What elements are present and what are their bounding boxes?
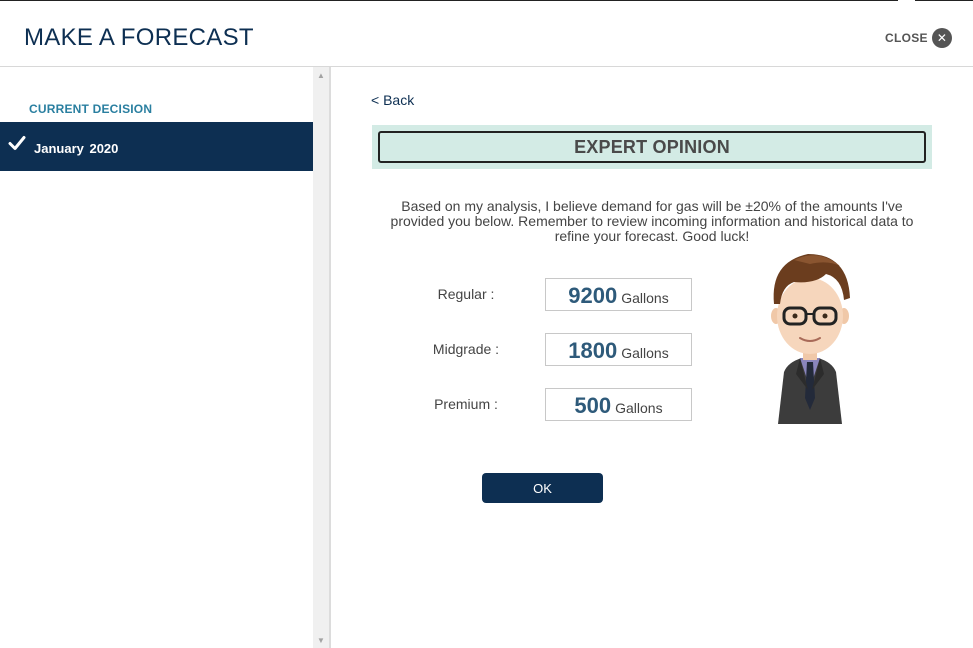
modal-header: MAKE A FORECAST CLOSE ✕	[0, 1, 973, 67]
current-decision-heading: CURRENT DECISION	[29, 102, 153, 116]
regular-label: Regular :	[437, 286, 495, 302]
banner-title: EXPERT OPINION	[574, 136, 730, 157]
decision-label: January 2020	[34, 141, 119, 156]
scroll-down-arrow-icon[interactable]: ▼	[313, 632, 329, 648]
back-link[interactable]: < Back	[371, 92, 414, 108]
banner-frame: EXPERT OPINION	[378, 131, 926, 163]
close-label: CLOSE	[885, 31, 928, 45]
modal-title: MAKE A FORECAST	[24, 24, 254, 51]
midgrade-label: Midgrade :	[432, 341, 500, 357]
expert-opinion-banner: EXPERT OPINION	[372, 125, 932, 169]
premium-value-box: 500 Gallons	[545, 388, 692, 421]
close-button[interactable]: CLOSE ✕	[885, 27, 952, 49]
premium-label: Premium :	[434, 396, 498, 412]
regular-unit: Gallons	[621, 290, 669, 306]
panel-divider	[329, 67, 331, 648]
premium-unit: Gallons	[615, 400, 663, 416]
regular-value-box: 9200 Gallons	[545, 278, 692, 311]
midgrade-value-box: 1800 Gallons	[545, 333, 692, 366]
sidebar-item-january-2020[interactable]: January 2020	[0, 122, 313, 171]
close-icon[interactable]: ✕	[931, 28, 952, 48]
expert-description: Based on my analysis, I believe demand f…	[390, 198, 914, 244]
midgrade-unit: Gallons	[621, 345, 669, 361]
premium-value: 500	[574, 393, 612, 418]
regular-value: 9200	[568, 283, 618, 308]
scroll-up-arrow-icon[interactable]: ▲	[313, 67, 329, 83]
expert-avatar	[771, 254, 850, 424]
decision-sidebar: CURRENT DECISION January 2020	[0, 67, 313, 648]
midgrade-value: 1800	[568, 338, 618, 363]
ok-button[interactable]: OK	[482, 473, 603, 503]
checkmark-icon	[8, 136, 26, 150]
sidebar-scrollbar[interactable]: ▲ ▼	[313, 67, 329, 648]
